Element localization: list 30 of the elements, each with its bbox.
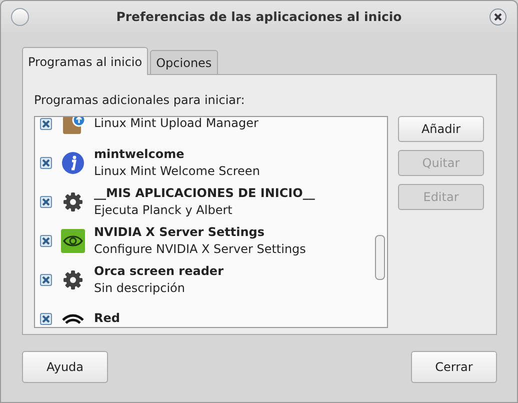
- eye-logo-icon: [61, 228, 85, 252]
- checkbox[interactable]: [40, 156, 52, 168]
- wifi-icon: [61, 312, 85, 324]
- program-name: mintwelcome: [94, 146, 186, 162]
- program-description: Configure NVIDIA X Server Settings: [94, 240, 306, 258]
- dialog-button[interactable]: Ayuda: [22, 351, 108, 383]
- checkbox[interactable]: [40, 274, 52, 286]
- program-name: Red: [94, 310, 120, 327]
- program-description: Ejecuta Planck y Albert: [94, 202, 234, 218]
- program-name: NVIDIA X Server Settings: [94, 224, 266, 240]
- program-name: __MIS APLICACIONES DE INICIO__: [94, 184, 315, 202]
- action-button[interactable]: Añadir: [398, 116, 484, 142]
- scrollbar-thumb[interactable]: [375, 235, 385, 280]
- gear-icon: [61, 190, 85, 214]
- program-description: Linux Mint Welcome Screen: [94, 162, 260, 180]
- tab[interactable]: Opciones: [150, 50, 218, 74]
- window-title: Preferencias de las aplicaciones al inicio: [115, 9, 403, 24]
- checkbox[interactable]: [40, 196, 52, 208]
- program-description: Sin descripción: [94, 280, 186, 296]
- program-description: Linux Mint Upload Manager: [94, 117, 258, 132]
- checkbox[interactable]: [40, 118, 52, 130]
- list-label: Programas adicionales para iniciar:: [34, 93, 246, 109]
- checkbox[interactable]: [40, 312, 52, 324]
- info-icon: [61, 150, 85, 174]
- tab[interactable]: Programas al inicio: [22, 47, 148, 75]
- gear-icon: [61, 268, 85, 292]
- program-name: Orca screen reader: [94, 262, 224, 280]
- dialog-button[interactable]: Cerrar: [411, 351, 497, 383]
- checkbox[interactable]: [40, 234, 52, 246]
- close-icon[interactable]: [489, 8, 507, 26]
